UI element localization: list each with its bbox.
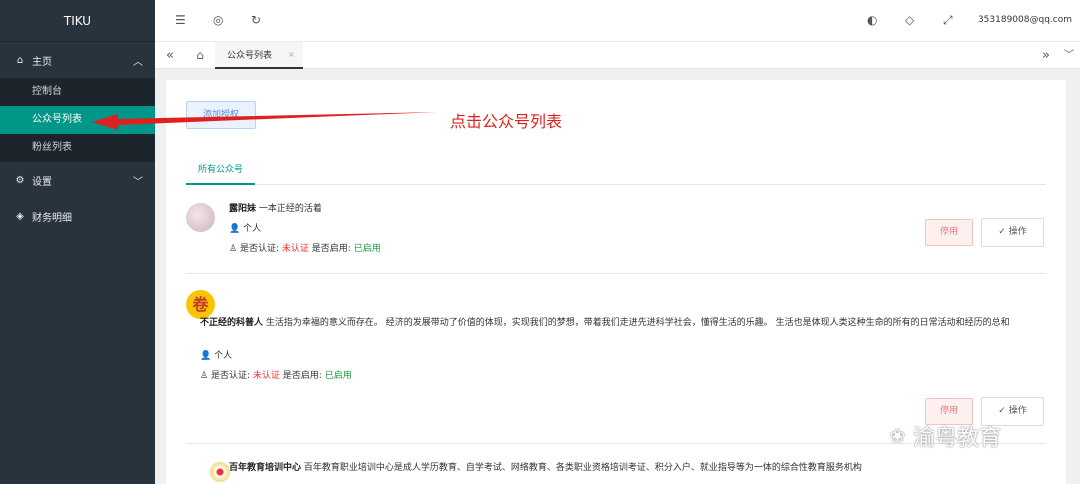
annotation-arrow [92, 112, 438, 130]
arrow-shape [92, 112, 438, 130]
wechat-icon: ❀ [890, 425, 906, 447]
annotation-text: 点击公众号列表 [450, 112, 563, 131]
watermark: ❀ 渝粤教育 [890, 420, 1001, 452]
watermark-text: 渝粤教育 [913, 426, 1002, 451]
